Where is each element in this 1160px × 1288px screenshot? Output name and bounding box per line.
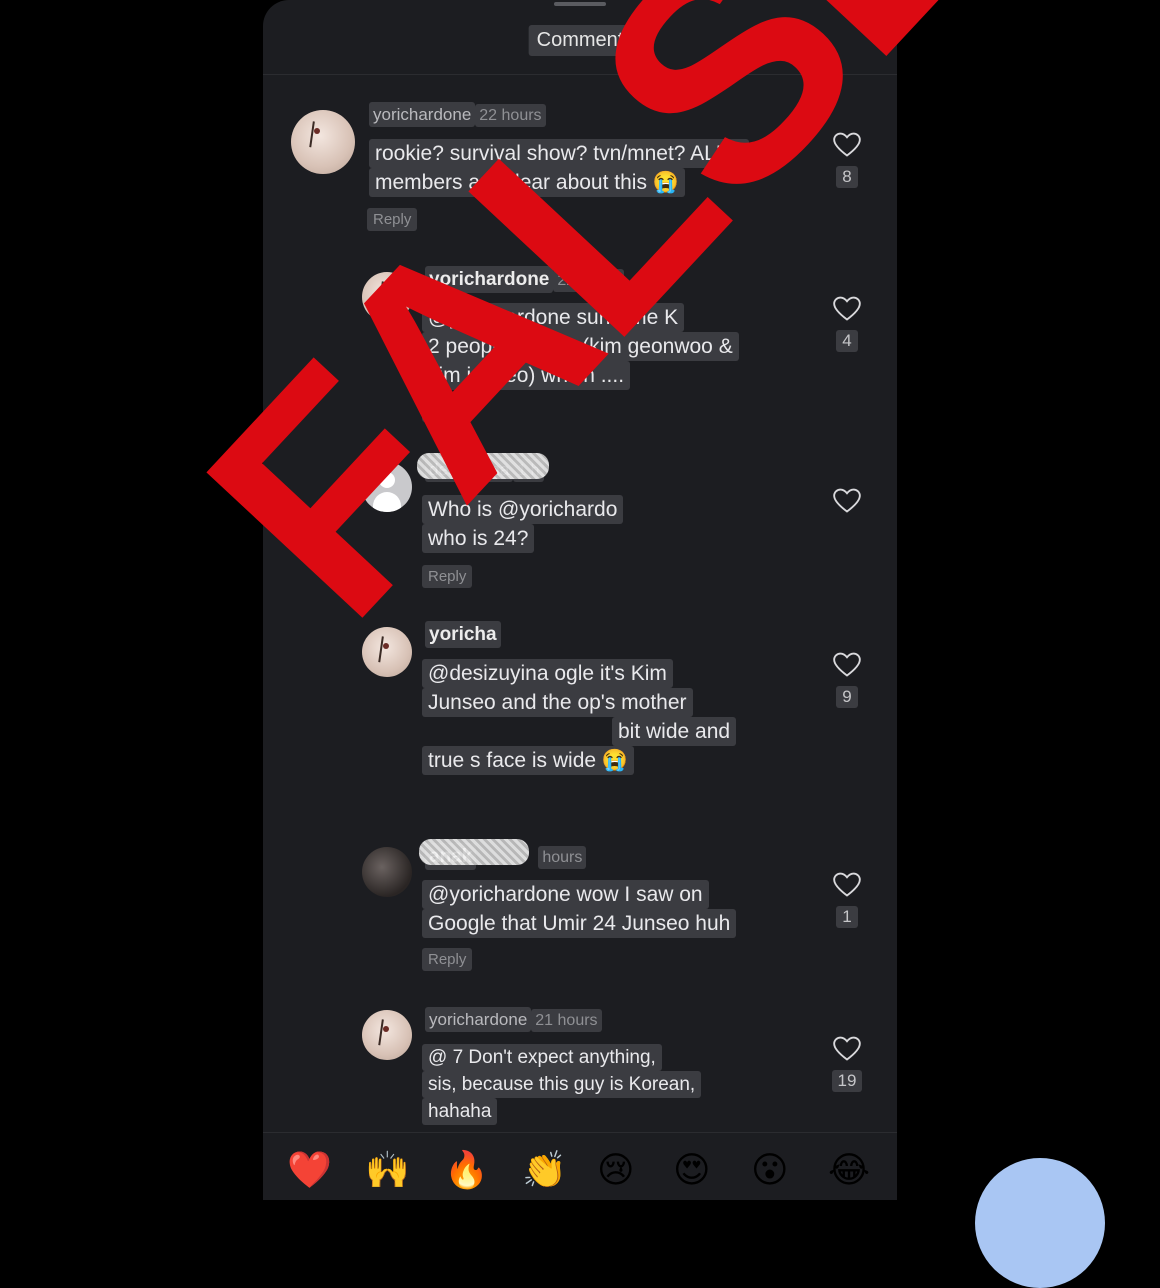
avatar[interactable] (362, 272, 412, 322)
comment-text: Who is @yorichardo who is 24? (422, 495, 624, 553)
comment-line: kim junseo) which .... (422, 361, 631, 390)
reaction-raised-hands-emoji[interactable]: 🙌 (365, 1151, 410, 1191)
like-button[interactable]: 8 (830, 132, 864, 188)
reply-button[interactable]: Reply (422, 399, 473, 422)
comment-line: sis, because this guy is Korean, (422, 1071, 702, 1098)
reply-button[interactable]: Reply (367, 208, 418, 231)
reaction-heart-eyes-emoji[interactable]: 😍 (673, 1151, 711, 1191)
timestamp: 22 hours (553, 269, 624, 292)
comment-line: hahaha (422, 1098, 498, 1125)
username[interactable]: yoricha (425, 621, 501, 648)
reaction-surprised-emoji[interactable]: 😮 (751, 1151, 789, 1191)
comment-line: Junseo and the op's mother (422, 688, 693, 717)
comment-meta: yorichardone 21 hours (425, 1007, 602, 1032)
comment-line: members are clear about this 😭 (369, 168, 685, 197)
floating-action-button[interactable] (975, 1158, 1105, 1288)
reaction-fire-emoji[interactable]: 🔥 (444, 1151, 489, 1191)
heart-icon (833, 132, 861, 157)
avatar[interactable] (362, 847, 412, 897)
reaction-clap-emoji[interactable]: 👏 (522, 1151, 567, 1191)
like-button[interactable]: 1 (830, 872, 864, 928)
comment-text: rookie? survival show? tvn/mnet? ALD1 me… (369, 139, 749, 197)
like-count: 9 (836, 686, 858, 708)
heart-icon (833, 296, 861, 321)
username[interactable]: yorichardone (369, 102, 476, 127)
comment-line: bit wide and (612, 717, 737, 746)
comments-sheet: Comment yorichardone 22 hours rookie? sur… (263, 0, 897, 1200)
username[interactable]: yorichardone (425, 266, 554, 293)
timestamp: 21 hours (531, 1009, 602, 1032)
comment-text: @yorichardone wow I saw on Google that U… (422, 880, 737, 938)
comment-meta: desizuyina1 h (417, 453, 549, 482)
comment-line: Google that Umir 24 Junseo huh (422, 909, 737, 938)
avatar[interactable] (362, 1010, 412, 1060)
comment-text: @ 7 Don't expect anything, sis, because … (422, 1044, 702, 1125)
reply-button[interactable]: Reply (422, 565, 473, 588)
like-button[interactable]: 19 (830, 1036, 864, 1092)
timestamp: 22 hours (475, 104, 546, 127)
redaction-scribble (419, 839, 529, 865)
like-button[interactable]: 9 (830, 652, 864, 708)
reply-button[interactable]: Reply (422, 948, 473, 971)
comment-meta: yorichardone 22 hours (369, 102, 546, 127)
like-button[interactable]: 4 (830, 296, 864, 352)
redaction-scribble (417, 453, 549, 479)
avatar[interactable] (291, 110, 355, 174)
comment-meta: yoricha (425, 621, 501, 648)
like-button[interactable] (830, 488, 864, 514)
sheet-title: Comment (528, 25, 632, 56)
heart-icon (833, 872, 861, 897)
comment-text: @desizuyina ogle it's Kim Junseo and the… (422, 659, 737, 775)
comment-line: who is 24? (422, 524, 535, 553)
like-count: 1 (836, 906, 858, 928)
username[interactable]: desizuyina (417, 453, 549, 482)
emoji-reaction-bar: ❤️ 🙌 🔥 👏 😢 😍 😮 😂 (263, 1132, 897, 1200)
comment-line: @yorichardone surname K (422, 303, 685, 332)
comment-line: rookie? survival show? tvn/mnet? ALD1 (369, 139, 749, 168)
timestamp: hours (538, 846, 587, 869)
comment-line: true s face is wide 😭 (422, 746, 635, 775)
avatar[interactable] (362, 627, 412, 677)
redaction-scribble (444, 1046, 574, 1070)
reaction-crying-emoji[interactable]: 😢 (597, 1151, 635, 1191)
comment-line: @yorichardone wow I saw on (422, 880, 709, 909)
comment-meta: yorichardone 22 hours (425, 266, 624, 293)
comment-text: @yorichardone surname K 2 people in ald1… (422, 303, 739, 390)
comment-meta: anak hours (419, 839, 587, 870)
heart-icon (833, 488, 861, 513)
username[interactable]: anak (419, 839, 529, 870)
comment-line: @desizuyina ogle it's Kim (422, 659, 673, 688)
default-avatar[interactable] (362, 462, 412, 512)
reaction-heart-emoji[interactable]: ❤️ (287, 1151, 332, 1191)
divider (263, 74, 897, 75)
comment-line: 2 people in ald1 (kim geonwoo & (422, 332, 739, 361)
comment-line: @ 7 Don't expect anything, (422, 1044, 662, 1071)
like-count: 4 (836, 330, 858, 352)
heart-icon (833, 652, 861, 677)
like-count: 19 (831, 1070, 863, 1092)
sheet-grabber[interactable] (554, 2, 606, 6)
comment-line: Who is @yorichardo (422, 495, 624, 524)
heart-icon (833, 1036, 861, 1061)
like-count: 8 (836, 166, 858, 188)
reaction-laughing-emoji[interactable]: 😂 (828, 1151, 870, 1191)
username[interactable]: yorichardone (425, 1007, 532, 1032)
